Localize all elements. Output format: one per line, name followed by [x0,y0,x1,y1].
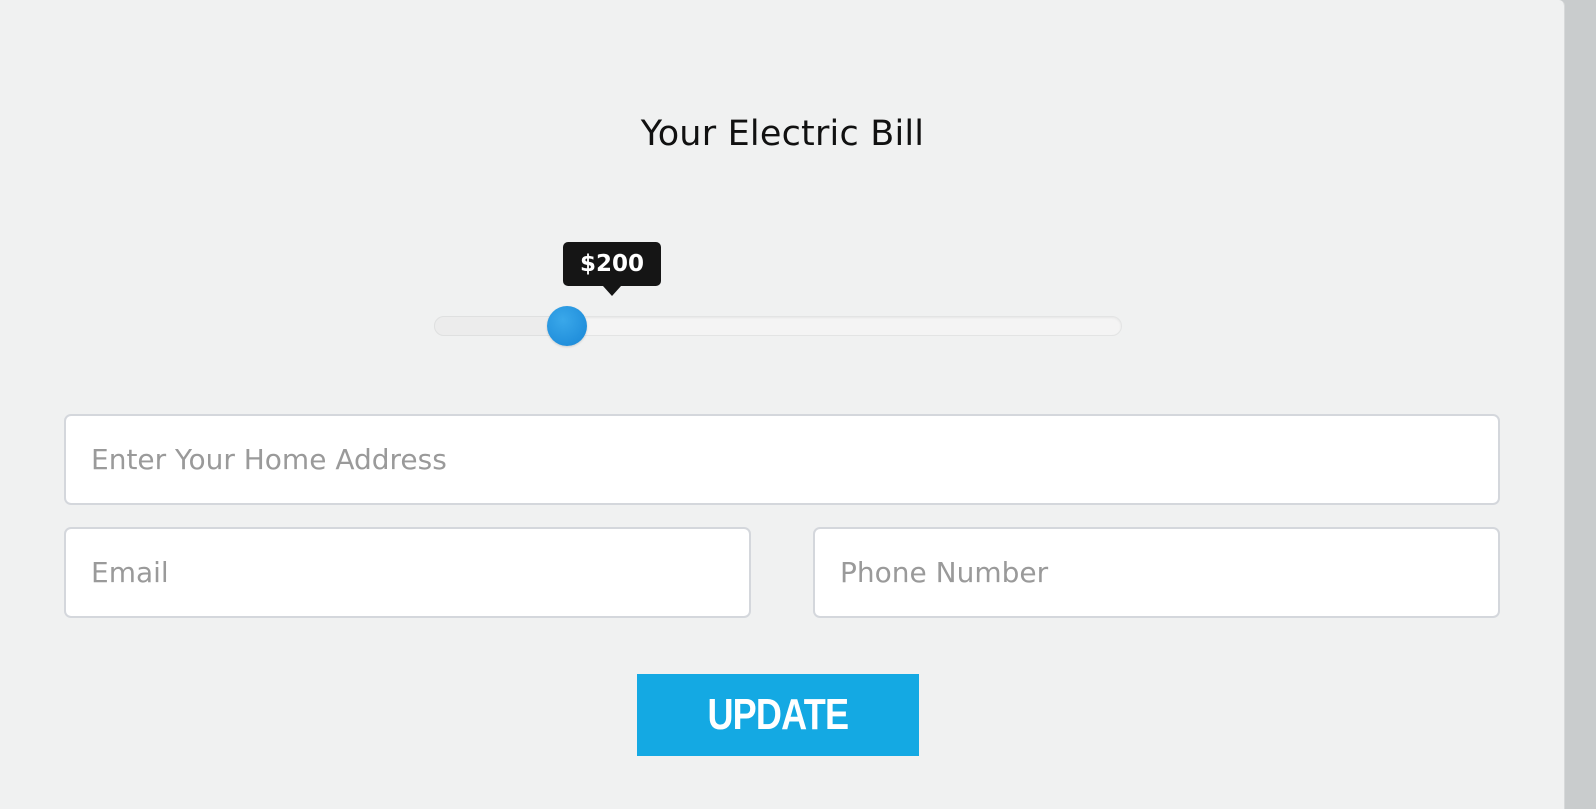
page-title: Your Electric Bill [640,114,925,154]
email-input[interactable] [64,527,751,618]
slider-handle[interactable] [547,306,587,346]
home-address-input[interactable] [64,414,1500,505]
slider-value-tooltip: $200 [562,242,662,286]
phone-number-input[interactable] [813,527,1500,618]
form-panel: Your Electric Bill $200 UPDATE [0,0,1565,809]
update-button[interactable]: UPDATE [637,674,919,756]
tooltip-arrow [603,286,621,296]
update-button-label: UPDATE [707,690,850,739]
electric-bill-slider[interactable] [434,306,1122,346]
